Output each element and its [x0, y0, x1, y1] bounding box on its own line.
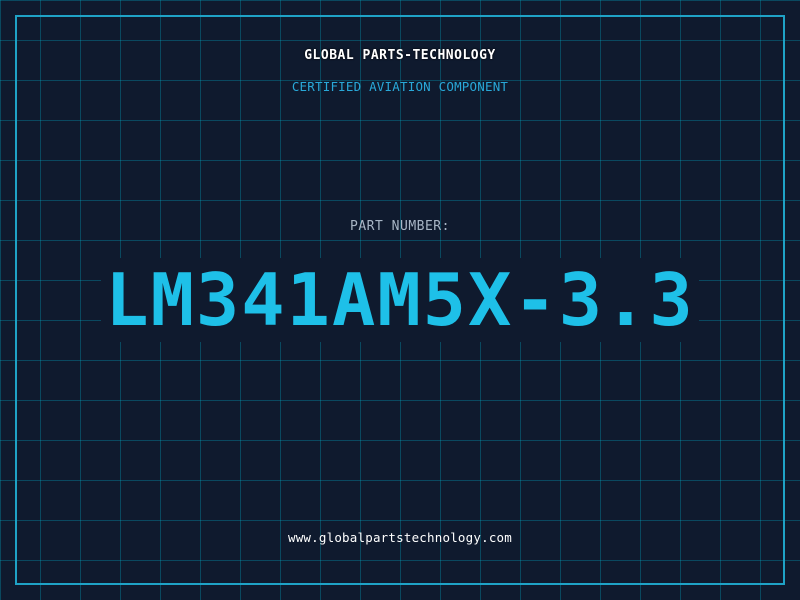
- company-name: GLOBAL PARTS-TECHNOLOGY: [304, 48, 496, 63]
- part-card: GLOBAL PARTS-TECHNOLOGY CERTIFIED AVIATI…: [0, 0, 800, 600]
- part-number-container: LM341AM5X-3.3: [0, 258, 800, 342]
- website-link[interactable]: www.globalpartstechnology.com: [0, 530, 800, 545]
- certification-subtitle: CERTIFIED AVIATION COMPONENT: [291, 79, 509, 94]
- part-number: LM341AM5X-3.3: [101, 258, 699, 342]
- part-number-label: PART NUMBER:: [350, 219, 450, 234]
